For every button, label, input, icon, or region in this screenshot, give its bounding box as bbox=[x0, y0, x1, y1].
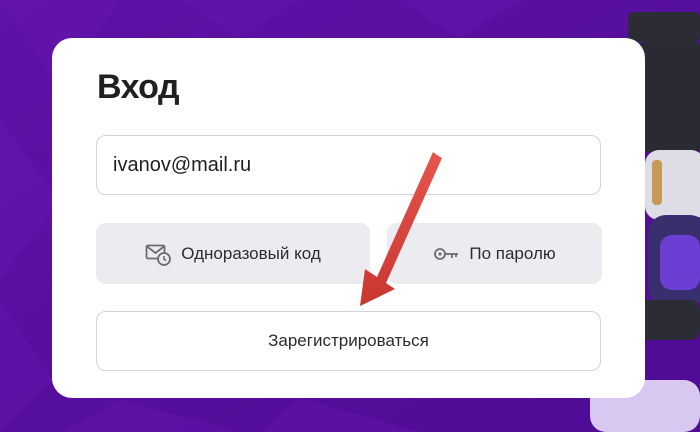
password-button[interactable]: По паролю bbox=[387, 223, 602, 284]
email-value: ivanov@mail.ru bbox=[113, 153, 252, 176]
register-button[interactable]: Зарегистрироваться bbox=[96, 311, 601, 371]
key-icon bbox=[433, 242, 459, 266]
login-card: Вход ivanov@mail.ru Одноразовый код По п… bbox=[52, 38, 645, 398]
mail-clock-icon bbox=[145, 242, 172, 266]
page-title: Вход bbox=[97, 68, 180, 106]
one-time-code-label: Одноразовый код bbox=[181, 243, 321, 263]
password-label: По паролю bbox=[469, 243, 556, 263]
one-time-code-button[interactable]: Одноразовый код bbox=[96, 223, 370, 284]
register-label: Зарегистрироваться bbox=[268, 331, 429, 350]
email-field[interactable]: ivanov@mail.ru bbox=[96, 135, 601, 195]
